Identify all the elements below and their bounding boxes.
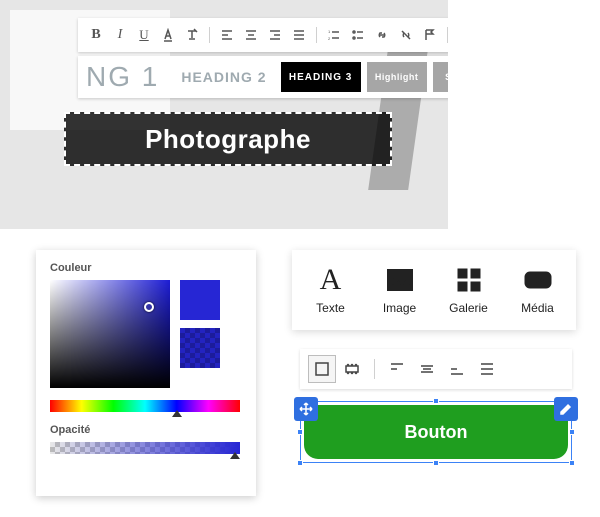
toolbar-separator bbox=[316, 27, 317, 43]
saturation-value-area[interactable] bbox=[50, 280, 170, 388]
toolbar-separator bbox=[374, 359, 375, 379]
resize-handle[interactable] bbox=[297, 460, 303, 466]
hero-editor-panel: B I U 12 bbox=[0, 0, 448, 229]
current-color-swatch[interactable] bbox=[180, 280, 220, 320]
resize-handle[interactable] bbox=[569, 460, 575, 466]
auto-width-button[interactable] bbox=[338, 355, 366, 383]
hue-slider[interactable] bbox=[50, 400, 240, 412]
toolbar-separator bbox=[447, 27, 448, 43]
button-editor-panel: Bouton bbox=[300, 349, 572, 467]
insert-image-button[interactable]: Image bbox=[368, 265, 432, 315]
insert-gallery-label: Galerie bbox=[449, 301, 488, 315]
flag-icon[interactable] bbox=[420, 25, 440, 45]
insert-text-label: Texte bbox=[316, 301, 345, 315]
hue-marker-icon[interactable] bbox=[172, 410, 182, 417]
selection-frame bbox=[300, 401, 572, 463]
insert-gallery-button[interactable]: Galerie bbox=[437, 265, 501, 315]
heading-1-option[interactable]: NG 1 bbox=[78, 62, 167, 92]
resize-handle[interactable] bbox=[433, 460, 439, 466]
color-picker-panel: Couleur Opacité bbox=[36, 250, 256, 496]
align-justify-button[interactable] bbox=[289, 25, 309, 45]
align-stretch-button[interactable] bbox=[473, 355, 501, 383]
selected-heading-element[interactable]: Photographe bbox=[64, 112, 392, 166]
text-color-button[interactable] bbox=[158, 25, 178, 45]
color-section-label: Couleur bbox=[50, 262, 242, 274]
heading-style-bar: NG 1 HEADING 2 HEADING 3 Highlight Speci… bbox=[78, 56, 448, 98]
toolbar-separator bbox=[209, 27, 210, 43]
svg-text:2: 2 bbox=[328, 36, 331, 41]
play-icon bbox=[523, 265, 553, 295]
heading-2-option[interactable]: HEADING 2 bbox=[173, 62, 274, 92]
clear-format-button[interactable] bbox=[182, 25, 202, 45]
rich-text-toolbar: B I U 12 bbox=[78, 18, 448, 52]
fill-width-button[interactable] bbox=[308, 355, 336, 383]
highlight-option[interactable]: Highlight bbox=[367, 62, 427, 92]
button-toolbar bbox=[300, 349, 572, 389]
opacity-section-label: Opacité bbox=[50, 424, 242, 436]
link-button[interactable] bbox=[372, 25, 392, 45]
text-a-icon: A bbox=[320, 265, 342, 295]
edit-button-handle[interactable] bbox=[554, 397, 578, 421]
insert-media-button[interactable]: Média bbox=[506, 265, 570, 315]
align-center-button[interactable] bbox=[241, 25, 261, 45]
ordered-list-button[interactable]: 12 bbox=[324, 25, 344, 45]
move-handle[interactable] bbox=[294, 397, 318, 421]
image-icon bbox=[385, 265, 415, 295]
italic-button[interactable]: I bbox=[110, 25, 130, 45]
transparent-color-swatch[interactable] bbox=[180, 328, 220, 368]
unlink-button[interactable] bbox=[396, 25, 416, 45]
underline-button[interactable]: U bbox=[134, 25, 154, 45]
heading-3-option[interactable]: HEADING 3 bbox=[281, 62, 361, 92]
sv-cursor-icon[interactable] bbox=[144, 302, 154, 312]
align-bottom-button[interactable] bbox=[443, 355, 471, 383]
opacity-slider[interactable] bbox=[50, 442, 240, 454]
bold-button[interactable]: B bbox=[86, 25, 106, 45]
unordered-list-button[interactable] bbox=[348, 25, 368, 45]
insert-elements-panel: A Texte Image Galerie Média bbox=[292, 250, 576, 330]
align-left-button[interactable] bbox=[217, 25, 237, 45]
heading-text: Photographe bbox=[145, 124, 311, 155]
pencil-icon bbox=[559, 402, 573, 416]
insert-image-label: Image bbox=[383, 301, 416, 315]
insert-media-label: Média bbox=[521, 301, 554, 315]
resize-handle[interactable] bbox=[569, 429, 575, 435]
button-selection-wrap: Bouton bbox=[300, 403, 572, 461]
special-option[interactable]: Special bbox=[433, 62, 448, 92]
align-middle-button[interactable] bbox=[413, 355, 441, 383]
resize-handle[interactable] bbox=[297, 429, 303, 435]
grid-icon bbox=[454, 265, 484, 295]
align-right-button[interactable] bbox=[265, 25, 285, 45]
insert-text-button[interactable]: A Texte bbox=[299, 265, 363, 315]
resize-handle[interactable] bbox=[433, 398, 439, 404]
align-top-button[interactable] bbox=[383, 355, 411, 383]
opacity-marker-icon[interactable] bbox=[230, 452, 240, 459]
move-icon bbox=[299, 402, 313, 416]
svg-text:1: 1 bbox=[328, 29, 331, 34]
